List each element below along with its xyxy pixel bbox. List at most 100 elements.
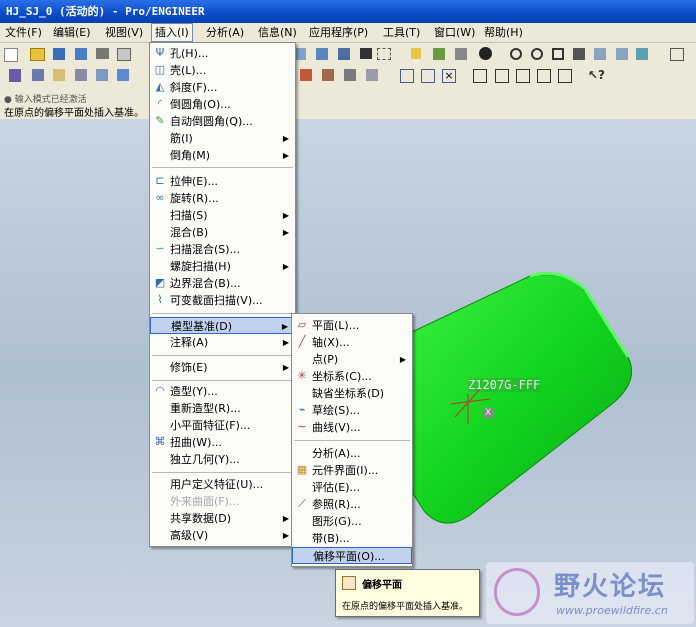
window-icon[interactable] [400,69,414,83]
zoom-in-icon[interactable] [510,48,522,60]
plane-display-icon[interactable] [670,48,684,61]
send-mail-icon[interactable] [117,48,131,61]
new-file-icon[interactable] [4,48,18,62]
datum-component-interface[interactable]: ▦ 元件界面(I)... [292,462,412,479]
insert-variable-section-sweep[interactable]: ⌇ 可变截面扫描(V)... [150,292,295,309]
phone-model[interactable] [409,271,632,524]
insert-boundary-blend[interactable]: ◩ 边界混合(B)... [150,275,295,292]
render-icon[interactable] [322,69,334,81]
insert-swept-blend[interactable]: ∽ 扫描混合(S)... [150,241,295,258]
select-box-icon[interactable] [377,48,391,60]
datum-curve[interactable]: ∼ 曲线(V)... [292,419,412,436]
save-copy-icon[interactable] [75,48,87,60]
save-icon[interactable] [53,48,65,60]
view-manager-icon[interactable] [636,48,648,60]
datum-sketch[interactable]: ⌁ 草绘(S)... [292,402,412,419]
insert-helical-sweep[interactable]: 螺旋扫描(H) ▶ [150,258,295,275]
appearance-icon[interactable] [300,69,312,81]
insert-draft[interactable]: ◭ 斜度(F)... [150,79,295,96]
menu-tools[interactable]: 工具(T) [380,24,423,41]
datum-csys[interactable]: ✳ 坐标系(C)... [292,368,412,385]
insert-udf[interactable]: 用户定义特征(U)... [150,476,295,493]
component-interface-icon: ▦ [296,463,308,476]
insert-annotation[interactable]: 注释(A) ▶ [150,334,295,351]
zoom-out-icon[interactable] [531,48,543,60]
offset-plane-icon [342,576,356,590]
menu-info[interactable]: 信息(N) [255,24,300,41]
refit-icon[interactable] [552,48,564,60]
chevron-right-icon: ▶ [282,531,289,540]
binoculars-icon[interactable] [360,48,372,59]
datum-analysis[interactable]: 分析(A)... [292,445,412,462]
saved-views-icon[interactable] [594,48,606,60]
insert-advanced[interactable]: 高级(V) ▶ [150,527,295,544]
spin-center-icon[interactable] [433,48,445,60]
datum-reference[interactable]: ⟋ 参照(R)... [292,496,412,513]
insert-facet-feature[interactable]: 小平面特征(F)... [150,417,295,434]
menu-help[interactable]: 帮助(H) [481,24,526,41]
menu-insert[interactable]: 插入(I) [151,23,193,42]
regen-manager-icon[interactable] [316,48,328,60]
measure-icon[interactable] [75,69,87,81]
insert-blend[interactable]: 混合(B) ▶ [150,224,295,241]
context-help-icon[interactable]: ↖? [588,69,605,83]
insert-extrude[interactable]: ⊏ 拉伸(E)... [150,173,295,190]
mass-props-icon[interactable] [32,69,44,81]
insert-model-datum[interactable]: 模型基准(D) ▶ [150,317,295,334]
close-window-icon[interactable]: × [442,69,456,83]
insert-shared-data[interactable]: 共享数据(D) ▶ [150,510,295,527]
datum-offset-plane[interactable]: 偏移平面(O)... [292,547,412,564]
datum-axis[interactable]: ╱ 轴(X)... [292,334,412,351]
relations-icon[interactable] [96,69,108,81]
insert-revolve[interactable]: ∞ 旋转(R)... [150,190,295,207]
model-tree-icon[interactable] [366,69,378,81]
chevron-right-icon: ▶ [281,322,288,331]
annotation-toggle-icon[interactable] [558,69,572,83]
reorient-icon[interactable] [573,48,585,60]
datum-evaluate[interactable]: 评估(E)... [292,479,412,496]
datum-default-csys[interactable]: 缺省坐标系(D) [292,385,412,402]
datum-ribbon[interactable]: 带(B)... [292,530,412,547]
insert-warp[interactable]: ⌘ 扭曲(W)... [150,434,295,451]
orient-mode-icon[interactable] [455,48,467,60]
datum-point-toggle-icon[interactable] [516,69,530,83]
menu-edit[interactable]: 编辑(E) [50,24,94,41]
datum-axis-toggle-icon[interactable] [495,69,509,83]
datum-graph[interactable]: 图形(G)... [292,513,412,530]
insert-hole[interactable]: Ψ 孔(H)... [150,45,295,62]
layers-icon[interactable] [616,48,628,60]
menu-file[interactable]: 文件(F) [2,24,45,41]
open-file-icon[interactable] [30,48,45,61]
chevron-right-icon: ▶ [282,262,289,271]
repaint-icon[interactable] [411,48,421,59]
csys-icon: ✳ [297,369,307,382]
insert-independent-geometry[interactable]: 独立几何(Y)... [150,451,295,468]
insert-style[interactable]: ◠ 造型(Y)... [150,383,295,400]
datum-plane-toggle-icon[interactable] [473,69,487,83]
datum-plane[interactable]: ▱ 平面(L)... [292,317,412,334]
insert-sweep[interactable]: 扫描(S) ▶ [150,207,295,224]
component-display-icon[interactable] [344,69,356,81]
insert-round[interactable]: ◜ 倒圆角(O)... [150,96,295,113]
find-icon[interactable] [338,48,350,60]
shading-icon[interactable] [479,47,492,60]
activate-window-icon[interactable] [421,69,435,83]
menu-view[interactable]: 视图(V) [102,24,146,41]
print-icon[interactable] [96,48,109,59]
sketch-icon: ⌁ [298,403,306,416]
datum-point[interactable]: 点(P) ▶ [292,351,412,368]
graph-icon[interactable] [117,69,129,81]
sheet-icon[interactable] [53,69,65,81]
menu-applications[interactable]: 应用程序(P) [306,24,371,41]
menu-window[interactable]: 窗口(W) [431,24,478,41]
shell-icon: ◫ [154,63,166,76]
csys-toggle-icon[interactable] [537,69,551,83]
insert-rib[interactable]: 筋(I) ▶ [150,130,295,147]
insert-restyle[interactable]: 重新造型(R)... [150,400,295,417]
spring-icon[interactable] [9,69,21,82]
insert-auto-round[interactable]: ✎ 自动倒圆角(Q)... [150,113,295,130]
insert-chamfer[interactable]: 倒角(M) ▶ [150,147,295,164]
insert-cosmetic[interactable]: 修饰(E) ▶ [150,359,295,376]
menu-analysis[interactable]: 分析(A) [203,24,247,41]
insert-shell[interactable]: ◫ 壳(L)... [150,62,295,79]
